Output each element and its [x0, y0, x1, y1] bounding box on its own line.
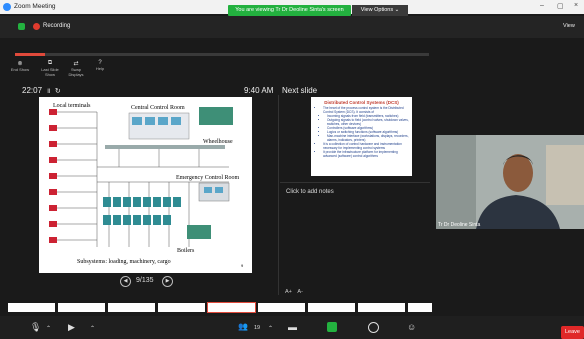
- decrease-font-button[interactable]: A-: [297, 289, 303, 295]
- participant-name-label: Tr Dr Deoline Sinta: [438, 222, 481, 228]
- slideshow-progress-track: [15, 53, 429, 56]
- close-icon[interactable]: ×: [574, 2, 578, 9]
- slide-thumbnail[interactable]: [8, 303, 55, 312]
- help-button[interactable]: ? Help: [90, 60, 110, 71]
- ship-control-diagram: Local terminals Central Control Room Whe…: [49, 103, 244, 268]
- slide-page-number: 9: [241, 263, 244, 268]
- participant-video[interactable]: [436, 135, 584, 229]
- next-slide-title: Distributed Control Systems (DCS): [324, 100, 399, 105]
- current-slide[interactable]: Local terminals Central Control Room Whe…: [39, 97, 252, 273]
- previous-slide-button[interactable]: ◀: [120, 276, 131, 287]
- slide-thumbnail[interactable]: [358, 303, 405, 312]
- mute-icon[interactable]: 🎙: [30, 322, 41, 333]
- last-slide-show-button[interactable]: ⧉ Last Slide Show: [40, 60, 60, 77]
- slide-navigation: ◀ 9/135 ▶: [120, 276, 200, 288]
- bullet: Outgoing signals to field (control valve…: [327, 118, 409, 126]
- video-options-chevron-icon[interactable]: ⌃: [90, 325, 95, 332]
- window-title: Zoom Meeting: [14, 3, 56, 10]
- io-modules: [103, 197, 181, 225]
- recording-icon: [33, 23, 40, 30]
- participants-count: 19: [254, 325, 261, 331]
- elapsed-timer: 22:07 II ↻: [22, 86, 61, 95]
- bullet: The heart of the process control system …: [323, 106, 409, 114]
- slide-thumbnail[interactable]: [108, 303, 155, 312]
- bullet: It is a collection of control hardware a…: [323, 142, 409, 150]
- next-slide-preview[interactable]: Distributed Control Systems (DCS) The he…: [311, 97, 412, 176]
- bullet: Man-machine interface (workstations, dis…: [327, 134, 409, 142]
- slide-thumbnail[interactable]: [158, 303, 205, 312]
- swap-displays-button[interactable]: ⇄ Swap Displays: [66, 60, 86, 77]
- swap-icon: ⇄: [73, 61, 79, 67]
- label-boilers: Boilers: [177, 248, 195, 254]
- central-control-room-equipment: [105, 107, 233, 167]
- label-emergency-control-room: Emergency Control Room: [176, 175, 240, 181]
- reactions-icon[interactable]: ☺: [407, 322, 416, 332]
- label-local-terminals: Local terminals: [53, 103, 91, 109]
- pause-icon[interactable]: II: [47, 89, 50, 95]
- local-terminal-icons: [49, 109, 97, 243]
- end-icon: ⊗: [17, 61, 23, 67]
- pane-divider[interactable]: [278, 95, 279, 295]
- video-off-icon[interactable]: ▶: [68, 322, 75, 333]
- slide-thumbnail[interactable]: [308, 303, 355, 312]
- slide-thumbnail[interactable]: [408, 303, 432, 312]
- reset-icon[interactable]: ↻: [55, 88, 61, 95]
- notes-separator[interactable]: [280, 182, 430, 183]
- view-options-button[interactable]: View Options ⌄: [352, 5, 408, 16]
- speaker-notes-input[interactable]: Click to add notes: [286, 189, 334, 195]
- record-icon[interactable]: [368, 322, 379, 333]
- current-time: 9:40 AM: [244, 86, 274, 95]
- elapsed-time: 22:07: [22, 86, 43, 95]
- next-slide-button[interactable]: ▶: [162, 276, 173, 287]
- next-slide-label: Next slide: [282, 86, 318, 95]
- audio-options-chevron-icon[interactable]: ⌃: [46, 325, 51, 332]
- emergency-control-room-equipment: [187, 182, 230, 239]
- label-subsystems: Subsystems: loading, machinery, cargo: [77, 259, 171, 265]
- slides-icon: ⧉: [47, 60, 53, 66]
- view-button[interactable]: View: [563, 23, 575, 29]
- participant-silhouette: [436, 135, 584, 229]
- security-shield-icon[interactable]: [18, 23, 25, 30]
- zoom-app-icon: [3, 3, 11, 11]
- restore-icon[interactable]: ▢: [557, 2, 564, 10]
- recording-label: Recording: [43, 23, 71, 29]
- next-slide-bullets: The heart of the process control system …: [317, 106, 409, 158]
- leave-button[interactable]: Leave: [561, 326, 584, 339]
- label-wheelhouse: Wheelhouse: [203, 139, 233, 145]
- font-size-controls: A+ A-: [285, 289, 303, 295]
- chat-icon[interactable]: ▬: [288, 322, 297, 332]
- label-central-control-room: Central Control Room: [131, 105, 185, 111]
- participants-chevron-icon[interactable]: ⌃: [268, 325, 273, 332]
- slideshow-progress-fill: [15, 53, 45, 56]
- slide-thumbnail-current[interactable]: [207, 302, 256, 313]
- bullet: It provide the infrastructure platform f…: [323, 150, 409, 158]
- end-show-button[interactable]: ⊗ End Show: [10, 60, 30, 72]
- slide-counter: 9/135: [136, 277, 154, 284]
- increase-font-button[interactable]: A+: [285, 289, 292, 295]
- viewing-screen-banner: You are viewing Tr Dr Deoline Sinta's sc…: [228, 5, 351, 16]
- meeting-top-strip: [0, 16, 584, 38]
- slide-thumbnail[interactable]: [58, 303, 105, 312]
- minimize-icon[interactable]: –: [540, 2, 544, 9]
- share-screen-icon[interactable]: [327, 322, 337, 332]
- slide-thumbnail[interactable]: [258, 303, 305, 312]
- slide-thumbnail-strip: [8, 302, 433, 313]
- participants-icon[interactable]: 👥: [238, 322, 248, 331]
